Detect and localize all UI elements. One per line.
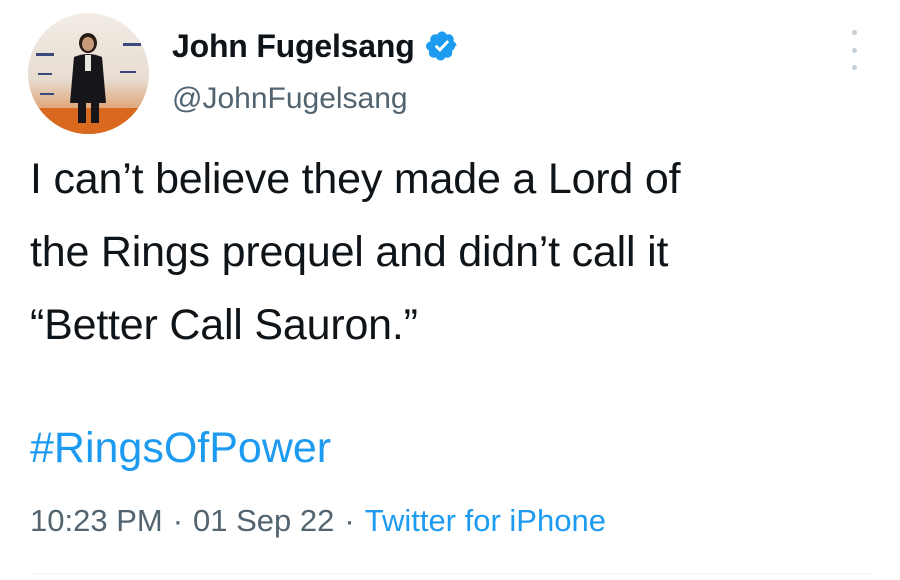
more-dot [851,65,857,70]
tweet-date[interactable]: 01 Sep 22 [193,503,334,538]
meta-separator: · [344,503,355,538]
more-dot [851,47,857,53]
hashtag-link[interactable]: #RingsOfPower [30,424,331,473]
tweet-text: I can’t believe they made a Lord of the … [30,143,880,362]
tweet-source-link[interactable]: Twitter for iPhone [365,503,606,538]
avatar-photo [28,13,149,134]
tweet-metadata: 10:23 PM · 01 Sep 22 · Twitter for iPhone [30,503,606,539]
tweet-text-line: the Rings prequel and didn’t call it [30,228,669,276]
user-handle[interactable]: @JohnFugelsang [172,82,408,116]
name-row: John Fugelsang [172,24,459,68]
more-vertical-icon[interactable] [842,30,866,70]
verified-badge-icon [425,29,459,63]
tweet-card: John Fugelsang @JohnFugelsang I can’t be… [0,0,900,580]
tweet-text-line: I can’t believe they made a Lord of [30,155,681,203]
tweet-text-line: “Better Call Sauron.” [30,301,418,349]
avatar[interactable] [28,13,149,134]
display-name[interactable]: John Fugelsang [172,28,415,65]
divider [30,573,872,574]
meta-separator: · [172,503,184,538]
tweet-time[interactable]: 10:23 PM [30,503,163,538]
more-dot [851,30,857,35]
